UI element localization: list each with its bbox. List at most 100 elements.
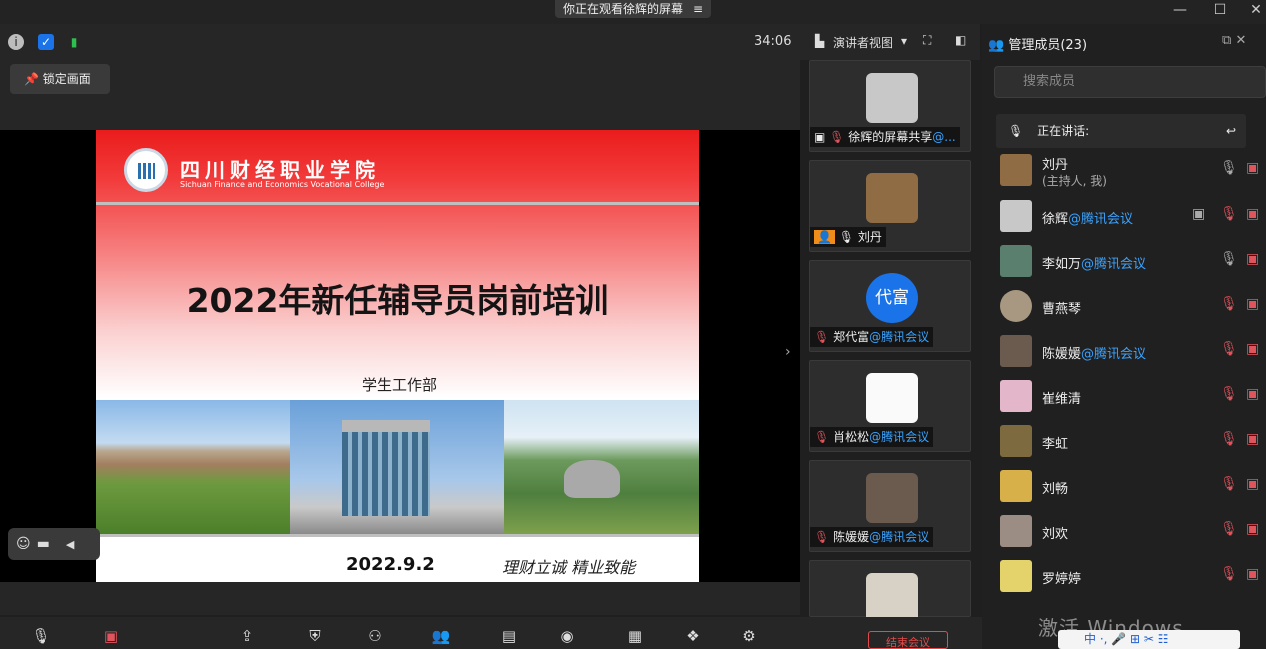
panel-actions: ⧉ ✕: [1222, 33, 1246, 48]
camera-off-icon[interactable]: ▣: [100, 627, 122, 649]
member-row[interactable]: 陈媛媛@腾讯会议 🎙 ▣: [982, 331, 1266, 371]
meeting-info-bar: i ✓ ▮ 34:06: [0, 24, 805, 60]
member-row[interactable]: 罗婷婷 🎙 ▣: [982, 556, 1266, 596]
gallery-tile[interactable]: 代富 🎙 郑代富@腾讯会议: [809, 260, 971, 352]
screen-share-icon: ▣: [1192, 206, 1206, 222]
microphone-icon[interactable]: 🎙: [30, 627, 52, 649]
chat-icon[interactable]: ▤: [498, 627, 520, 649]
mic-off-icon[interactable]: 🎙: [1220, 386, 1238, 402]
avatar: [866, 173, 918, 223]
slide-department: 学生工作部: [362, 376, 438, 394]
avatar: [1000, 290, 1032, 322]
mic-off-icon[interactable]: 🎙: [1220, 566, 1238, 582]
popout-icon[interactable]: ⧉: [1222, 33, 1231, 48]
camera-off-icon[interactable]: ▣: [1246, 476, 1259, 492]
participant-gallery: ▣ 🎙 徐辉的屏幕共享@... 👤 🎙 刘丹 代富 🎙 郑代富@腾讯会议 🎙 肖…: [805, 60, 980, 623]
member-row[interactable]: 刘欢 🎙 ▣: [982, 511, 1266, 551]
gallery-tile[interactable]: 🎙 肖松松@腾讯会议: [809, 360, 971, 452]
camera-off-icon[interactable]: ▣: [1246, 160, 1259, 176]
member-row[interactable]: 崔维清 🎙 ▣: [982, 376, 1266, 416]
member-row[interactable]: 李如万@腾讯会议 🎙 ▣: [982, 241, 1266, 281]
tile-label: 🎙 陈媛媛@腾讯会议: [810, 527, 934, 547]
camera-off-icon[interactable]: ▣: [1246, 431, 1259, 447]
members-icon[interactable]: 👥: [430, 627, 452, 649]
avatar: [1000, 515, 1032, 547]
camera-off-icon[interactable]: ▣: [1246, 566, 1259, 582]
mic-off-icon[interactable]: 🎙: [1220, 296, 1238, 312]
lock-view-button[interactable]: 📌 锁定画面: [10, 64, 110, 94]
collapse-gallery-icon[interactable]: ›: [785, 344, 791, 360]
college-logo-icon: [124, 148, 168, 192]
member-name: 崔维清: [1042, 392, 1082, 407]
member-name: 刘欢: [1042, 527, 1069, 542]
panel-close-icon[interactable]: ✕: [1235, 33, 1246, 48]
tile-label: 🎙 郑代富@腾讯会议: [810, 327, 934, 347]
speaking-label: 正在讲话:: [1037, 124, 1090, 138]
layout-icon[interactable]: ▙: [815, 34, 824, 48]
emoji-icon[interactable]: ☺: [16, 536, 31, 552]
camera-off-icon[interactable]: ▣: [1246, 206, 1259, 222]
mic-off-icon: 🎙: [814, 530, 830, 544]
lock-view-label: 锁定画面: [42, 72, 91, 86]
close-icon[interactable]: ✕: [1236, 0, 1266, 24]
member-row[interactable]: 李虹 🎙 ▣: [982, 421, 1266, 461]
gallery-tile[interactable]: ▣ 🎙 徐辉的屏幕共享@...: [809, 60, 971, 152]
info-icon[interactable]: i: [8, 34, 24, 50]
sidebar-toggle-icon[interactable]: ◧: [955, 33, 966, 47]
reactions-bar: ☺ ▬ ◀: [8, 528, 100, 560]
search-placeholder: 搜索成员: [1023, 74, 1076, 89]
tile-name: 郑代富: [833, 330, 870, 344]
mic-off-icon[interactable]: 🎙: [1220, 206, 1238, 222]
security-icon[interactable]: ⛨: [304, 627, 326, 649]
chevron-left-icon[interactable]: ◀: [66, 538, 74, 551]
minimize-icon[interactable]: —: [1160, 0, 1200, 24]
presenter-view-dropdown[interactable]: 演讲者视图: [833, 34, 893, 51]
meeting-toolbar: 🎙 ▣ ⇪ ⛨ ⚇ 👥 ▤ ◉ ▦ ❖ ⚙ 结束会议: [0, 617, 982, 649]
avatar: [1000, 560, 1032, 592]
invite-icon[interactable]: ⚇: [364, 627, 386, 649]
tile-name: 徐辉的屏幕共享: [848, 130, 933, 144]
reply-icon[interactable]: ↩: [1226, 114, 1236, 148]
mic-off-icon[interactable]: 🎙: [1220, 476, 1238, 492]
mic-icon[interactable]: 🎙: [1220, 160, 1238, 176]
avatar: [866, 473, 918, 523]
tile-suffix: @腾讯会议: [869, 530, 930, 544]
member-row[interactable]: 刘丹 (主持人, 我) 🎙 ▣: [982, 150, 1266, 198]
share-screen-icon[interactable]: ⇪: [236, 627, 258, 649]
mic-icon: 🎙: [1008, 124, 1024, 138]
signal-icon: ▮: [70, 35, 78, 49]
gallery-tile[interactable]: 👤 🎙 刘丹: [809, 160, 971, 252]
apps-icon[interactable]: ❖: [682, 627, 704, 649]
mic-off-icon[interactable]: 🎙: [1220, 431, 1238, 447]
gallery-tile[interactable]: 🎙 陈媛媛@腾讯会议: [809, 460, 971, 552]
member-name: 李如万@腾讯会议: [1042, 257, 1147, 272]
ime-label: 中 ·, 🎤 ⊞ ✂ ☷: [1084, 632, 1169, 646]
chevron-down-icon[interactable]: ▾: [901, 34, 907, 48]
mic-icon[interactable]: 🎙: [1220, 251, 1238, 267]
breakout-icon[interactable]: ▦: [624, 627, 646, 649]
member-row[interactable]: 曹燕琴 🎙 ▣: [982, 286, 1266, 326]
ime-toolbar[interactable]: 中 ·, 🎤 ⊞ ✂ ☷: [1058, 630, 1240, 649]
member-row[interactable]: 徐辉@腾讯会议 ▣ 🎙 ▣: [982, 196, 1266, 236]
list-icon[interactable]: ≡: [693, 0, 703, 18]
fullscreen-icon[interactable]: ⛶: [923, 33, 931, 48]
maximize-icon[interactable]: ☐: [1200, 0, 1240, 24]
camera-off-icon[interactable]: ▣: [1246, 296, 1259, 312]
chat-bubble-icon[interactable]: ▬: [37, 536, 50, 552]
member-search-input[interactable]: 搜索成员: [994, 66, 1266, 98]
avatar: [866, 573, 918, 623]
end-meeting-button[interactable]: 结束会议: [868, 631, 948, 649]
tile-label: 👤 🎙 刘丹: [810, 227, 886, 247]
camera-off-icon[interactable]: ▣: [1246, 341, 1259, 357]
camera-off-icon[interactable]: ▣: [1246, 521, 1259, 537]
mic-off-icon[interactable]: 🎙: [1220, 341, 1238, 357]
gallery-tile[interactable]: [809, 560, 971, 623]
security-shield-icon[interactable]: ✓: [38, 34, 54, 50]
end-meeting-label: 结束会议: [886, 636, 930, 648]
camera-off-icon[interactable]: ▣: [1246, 251, 1259, 267]
member-row[interactable]: 刘畅 🎙 ▣: [982, 466, 1266, 506]
camera-off-icon[interactable]: ▣: [1246, 386, 1259, 402]
record-icon[interactable]: ◉: [556, 627, 578, 649]
mic-off-icon[interactable]: 🎙: [1220, 521, 1238, 537]
settings-icon[interactable]: ⚙: [738, 627, 760, 649]
